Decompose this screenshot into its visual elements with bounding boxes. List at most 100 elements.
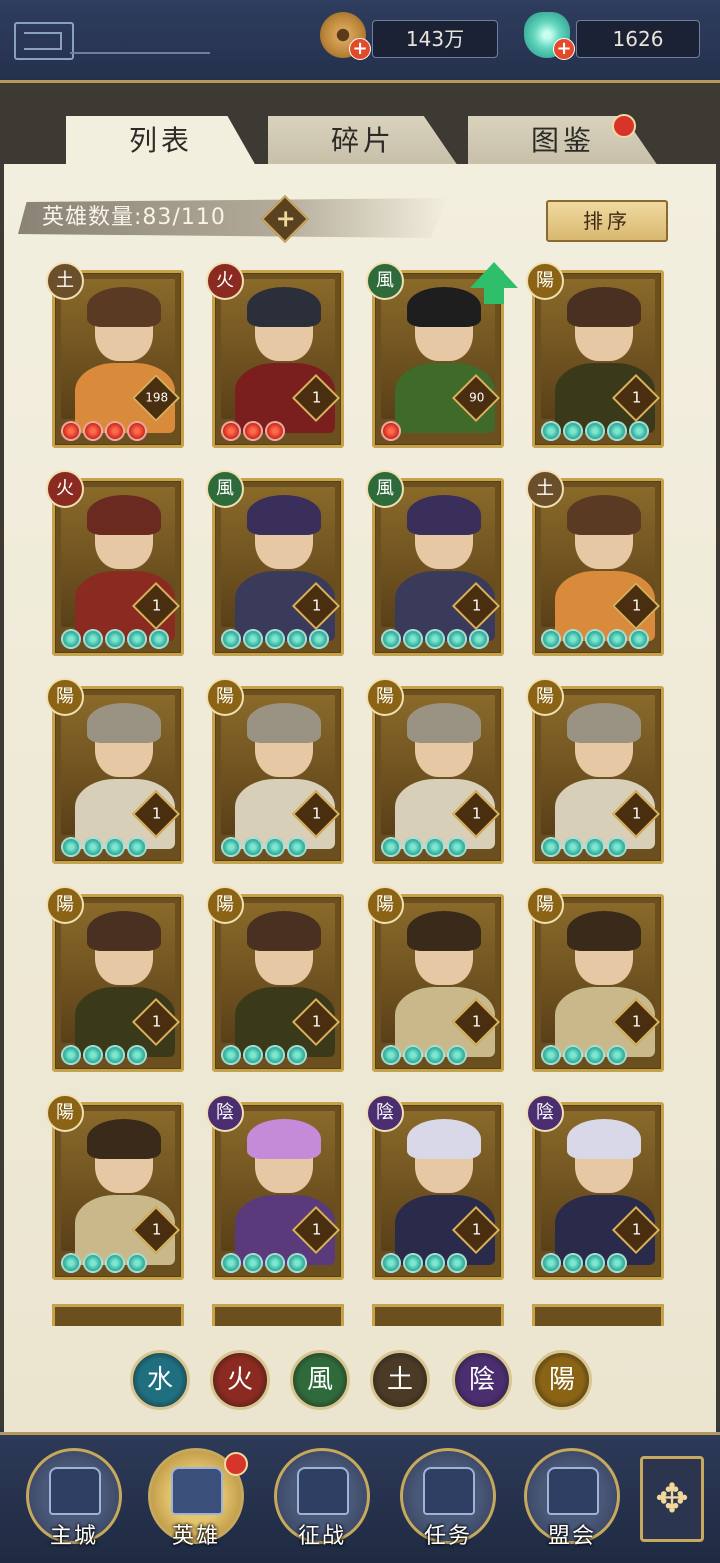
star-icon [243,837,263,857]
star-icon [469,629,489,649]
star-icon [105,1253,125,1273]
hero-level: 1 [151,1012,162,1031]
star-icon [127,1045,147,1065]
hero-element-badge: 陽 [206,886,244,924]
star-icon [607,629,627,649]
nav-label: 征战 [297,1524,346,1549]
hero-element-badge: 陽 [366,886,404,924]
hero-portrait-hair [407,911,481,951]
plus-icon: + [275,204,296,233]
hero-element-badge: 陽 [46,1094,84,1132]
star-icon [83,837,103,857]
nav-label: 主城 [49,1524,98,1549]
star-icon [403,629,423,649]
hero-level: 1 [151,1220,162,1239]
element-filter-button[interactable]: 土 [370,1350,430,1410]
coin-counter: 143万 [372,20,498,58]
hero-element-badge: 風 [366,262,404,300]
guild-pavilion-icon [547,1467,599,1515]
menu-ornament-icon[interactable] [14,22,74,60]
hero-star-rating [61,1253,149,1273]
star-icon [381,837,401,857]
star-icon [585,1045,605,1065]
star-icon [221,629,241,649]
hero-element-badge: 土 [46,262,84,300]
hero-element-badge: 風 [366,470,404,508]
hero-level: 1 [631,804,642,823]
element-filter-button[interactable]: 水 [130,1350,190,1410]
star-icon [403,1045,423,1065]
ornament-divider [70,52,210,54]
hero-star-rating [541,629,651,649]
star-icon [83,1253,103,1273]
hero-level: 1 [151,596,162,615]
hero-portrait-hair [87,287,161,327]
hero-star-rating [381,629,491,649]
star-icon [607,837,627,857]
hero-element-badge: 土 [526,470,564,508]
star-icon [585,837,605,857]
hero-level: 1 [471,596,482,615]
tab-list[interactable]: 列表 [66,116,256,166]
hero-element-badge: 陽 [526,678,564,716]
star-icon [105,837,125,857]
star-icon [425,837,445,857]
element-filter-button[interactable]: 風 [290,1350,350,1410]
sort-button[interactable]: 排序 [546,200,668,242]
star-icon [61,1253,81,1273]
hero-level: 1 [631,1012,642,1031]
hero-portrait-hair [407,287,481,327]
hero-count-label: 英雄数量: [42,205,143,230]
star-icon [381,421,401,441]
hero-portrait-hair [247,1119,321,1159]
battle-icon [297,1467,349,1515]
add-jade-button[interactable]: + [553,38,575,60]
star-icon [127,837,147,857]
star-icon [541,421,561,441]
star-icon [221,837,241,857]
hero-portrait-hair [407,1119,481,1159]
hero-card-partial[interactable] [212,1304,344,1326]
star-icon [563,421,583,441]
star-icon [447,837,467,857]
star-icon [287,837,307,857]
star-icon [607,1045,627,1065]
hero-portrait-hair [87,1119,161,1159]
hero-portrait-hair [567,1119,641,1159]
tab-fragments-label: 碎片 [330,124,395,157]
hero-count: 英雄数量:83/110 [42,201,226,235]
star-icon [105,629,125,649]
element-filter-button[interactable]: 陽 [532,1350,592,1410]
hero-portrait-hair [567,495,641,535]
hero-level: 1 [151,804,162,823]
star-icon [541,629,561,649]
hero-star-rating [221,837,309,857]
city-gate-icon [49,1467,101,1515]
sort-label: 排序 [583,209,631,233]
more-menu-button[interactable]: ✥ [640,1456,704,1542]
hero-level: 198 [145,390,169,405]
hero-card-partial[interactable] [52,1304,184,1326]
jade-amount: 1626 [612,27,664,51]
star-icon [61,837,81,857]
star-icon [541,1045,561,1065]
star-icon [447,1253,467,1273]
hero-card-partial[interactable] [372,1304,504,1326]
hero-star-rating [61,629,171,649]
hero-card-partial[interactable] [532,1304,664,1326]
hero-portrait-hair [567,287,641,327]
element-filter-button[interactable]: 陰 [452,1350,512,1410]
add-coin-button[interactable]: + [349,38,371,60]
element-filter-button[interactable]: 火 [210,1350,270,1410]
star-icon [265,421,285,441]
star-icon [127,421,147,441]
star-icon [265,1253,285,1273]
hero-star-rating [381,1045,469,1065]
hero-star-rating [61,837,149,857]
star-icon [265,629,285,649]
hero-notification-dot [224,1452,248,1476]
hero-star-rating [381,837,469,857]
hero-star-rating [221,1253,309,1273]
hero-element-badge: 陰 [366,1094,404,1132]
hero-level: 1 [311,388,322,407]
